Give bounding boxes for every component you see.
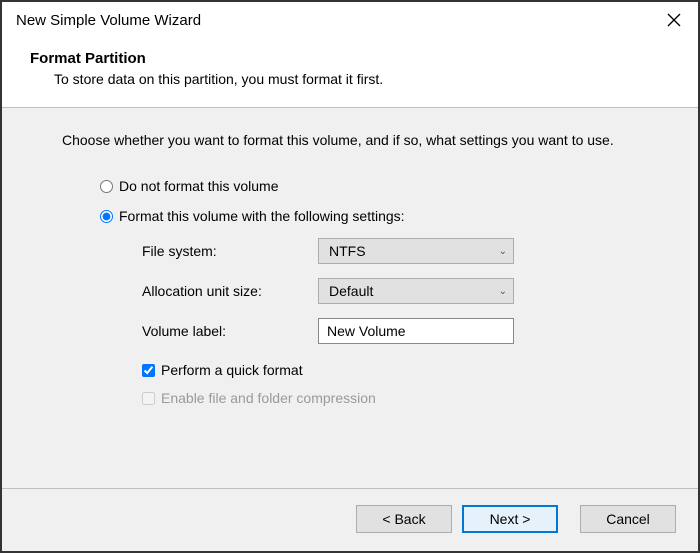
compression-row: Enable file and folder compression (142, 390, 662, 406)
page-subheading: To store data on this partition, you mus… (30, 71, 670, 87)
radio-no-format[interactable] (100, 180, 113, 193)
file-system-value: NTFS (329, 243, 366, 259)
radio-row-no-format[interactable]: Do not format this volume (100, 178, 662, 194)
allocation-row: Allocation unit size: Default ⌄ (142, 278, 662, 304)
back-button[interactable]: < Back (356, 505, 452, 533)
wizard-content: Choose whether you want to format this v… (2, 108, 698, 488)
quick-format-checkbox[interactable] (142, 364, 155, 377)
chevron-down-icon: ⌄ (499, 246, 507, 257)
radio-format-label: Format this volume with the following se… (119, 208, 405, 224)
format-radio-group: Do not format this volume Format this vo… (100, 178, 662, 224)
compression-checkbox (142, 392, 155, 405)
page-heading: Format Partition (30, 50, 670, 67)
format-settings: File system: NTFS ⌄ Allocation unit size… (142, 238, 662, 344)
next-button[interactable]: Next > (462, 505, 558, 533)
compression-label: Enable file and folder compression (161, 390, 376, 406)
chevron-down-icon: ⌄ (499, 286, 507, 297)
checkbox-group: Perform a quick format Enable file and f… (142, 362, 662, 406)
cancel-button[interactable]: Cancel (580, 505, 676, 533)
allocation-dropdown[interactable]: Default ⌄ (318, 278, 514, 304)
close-button[interactable] (664, 10, 684, 30)
radio-row-format[interactable]: Format this volume with the following se… (100, 208, 662, 224)
title-bar: New Simple Volume Wizard (2, 2, 698, 36)
quick-format-row[interactable]: Perform a quick format (142, 362, 662, 378)
allocation-label: Allocation unit size: (142, 283, 318, 299)
allocation-value: Default (329, 283, 373, 299)
quick-format-label: Perform a quick format (161, 362, 303, 378)
file-system-dropdown[interactable]: NTFS ⌄ (318, 238, 514, 264)
file-system-label: File system: (142, 243, 318, 259)
volume-label-row: Volume label: (142, 318, 662, 344)
volume-label-label: Volume label: (142, 323, 318, 339)
window-title: New Simple Volume Wizard (16, 12, 201, 29)
file-system-row: File system: NTFS ⌄ (142, 238, 662, 264)
wizard-header: Format Partition To store data on this p… (2, 36, 698, 107)
radio-no-format-label: Do not format this volume (119, 178, 279, 194)
volume-label-input[interactable] (318, 318, 514, 344)
close-icon (667, 13, 681, 27)
radio-format[interactable] (100, 210, 113, 223)
intro-text: Choose whether you want to format this v… (62, 132, 662, 148)
wizard-footer: < Back Next > Cancel (2, 488, 698, 551)
